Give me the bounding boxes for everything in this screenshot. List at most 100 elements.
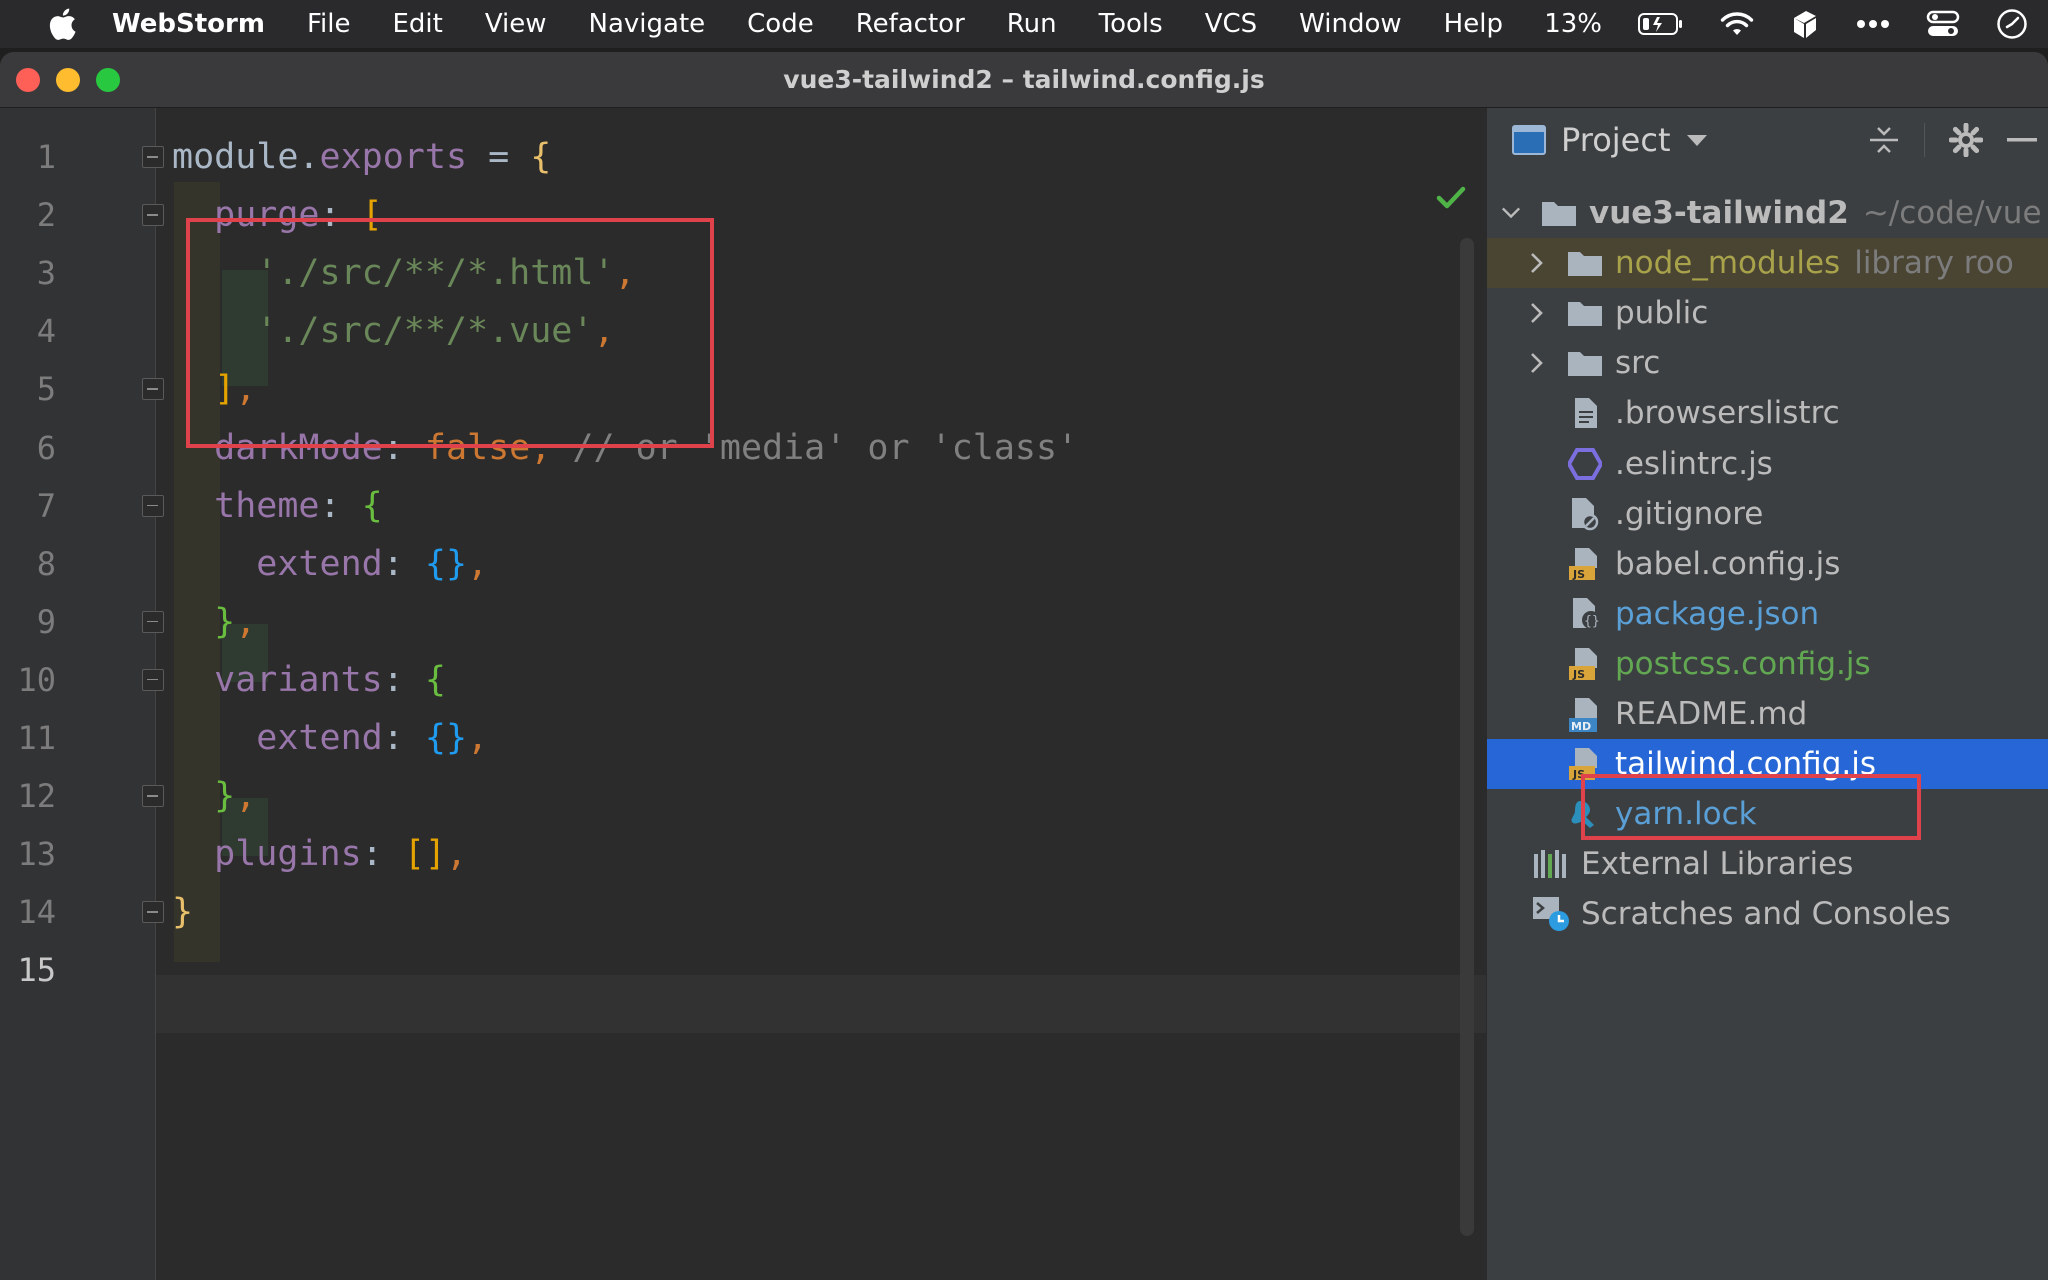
folder-icon bbox=[1539, 195, 1579, 231]
menu-window[interactable]: Window bbox=[1299, 9, 1402, 39]
ignore-icon bbox=[1565, 496, 1605, 532]
project-panel-header: Project bbox=[1487, 108, 2048, 172]
line-number[interactable]: 2 bbox=[0, 186, 56, 244]
chevron-down-icon[interactable] bbox=[1686, 133, 1708, 147]
hide-panel-icon[interactable] bbox=[2007, 137, 2037, 143]
js-icon: JS bbox=[1565, 646, 1605, 682]
chevron-down-icon[interactable] bbox=[1501, 206, 1521, 220]
line-number-gutter[interactable]: 1 2 3 4 5 6 7 8 9 10 11 12 13 14 15 bbox=[0, 108, 164, 1280]
line-number[interactable]: 1 bbox=[0, 128, 56, 186]
line-number[interactable]: 12 bbox=[0, 767, 56, 825]
clock-icon[interactable] bbox=[1996, 8, 2028, 40]
tree-item-scratches-and-consoles[interactable]: Scratches and Consoles bbox=[1487, 889, 2048, 939]
fold-marker-icon[interactable] bbox=[142, 901, 164, 924]
line-number[interactable]: 3 bbox=[0, 244, 56, 302]
line-number[interactable]: 9 bbox=[0, 593, 56, 651]
menu-vcs[interactable]: VCS bbox=[1205, 9, 1257, 39]
code-token: } bbox=[172, 892, 194, 933]
tree-item-node-modules[interactable]: node_modules library roo bbox=[1487, 238, 2048, 289]
battery-icon[interactable] bbox=[1638, 12, 1684, 36]
tree-item-browserslistrc[interactable]: .browserslistrc bbox=[1487, 388, 2048, 438]
tree-item-src[interactable]: src bbox=[1487, 338, 2048, 388]
tree-item-postcss-config-js[interactable]: JS postcss.config.js bbox=[1487, 639, 2048, 689]
menu-navigate[interactable]: Navigate bbox=[589, 9, 706, 39]
code-token: plugins bbox=[172, 834, 362, 875]
code-line[interactable]: }, bbox=[172, 593, 256, 651]
line-number[interactable]: 13 bbox=[0, 825, 56, 883]
code-token: variants bbox=[172, 659, 383, 700]
code-token: : bbox=[382, 718, 425, 758]
wifi-icon[interactable] bbox=[1720, 11, 1754, 37]
chevron-right-icon[interactable] bbox=[1527, 302, 1547, 324]
editor-scrollbar[interactable] bbox=[1460, 238, 1474, 1236]
code-line[interactable]: module.exports = { bbox=[172, 128, 551, 186]
tree-item-vue3-tailwind2[interactable]: vue3-tailwind2 ~/code/vue bbox=[1487, 188, 2048, 238]
code-line[interactable]: }, bbox=[172, 767, 256, 825]
extension-icon[interactable] bbox=[1790, 8, 1820, 40]
code-token: { bbox=[361, 485, 383, 526]
line-number[interactable]: 11 bbox=[0, 709, 56, 767]
tree-item-label: README.md bbox=[1615, 696, 1808, 732]
code-editor[interactable]: 1 2 3 4 5 6 7 8 9 10 11 12 13 14 15 module.exports = {… bbox=[0, 108, 1486, 1280]
menu-run[interactable]: Run bbox=[1007, 9, 1057, 39]
fold-marker-icon[interactable] bbox=[142, 204, 164, 227]
menu-view[interactable]: View bbox=[485, 9, 547, 39]
line-number[interactable]: 6 bbox=[0, 419, 56, 477]
battery-percent: 13% bbox=[1544, 9, 1602, 39]
json-icon: {} bbox=[1565, 596, 1605, 632]
code-token: { bbox=[530, 137, 552, 177]
apple-icon[interactable] bbox=[40, 7, 84, 41]
code-line[interactable]: } bbox=[172, 883, 193, 941]
chevron-right-icon[interactable] bbox=[1527, 352, 1547, 374]
menu-app-name[interactable]: WebStorm bbox=[112, 9, 265, 39]
tree-item-package-json[interactable]: {} package.json bbox=[1487, 589, 2048, 639]
tree-item-external-libraries[interactable]: External Libraries bbox=[1487, 839, 2048, 889]
line-number[interactable]: 8 bbox=[0, 535, 56, 593]
menu-refactor[interactable]: Refactor bbox=[856, 9, 965, 39]
line-number[interactable]: 7 bbox=[0, 477, 56, 535]
inspection-ok-icon[interactable] bbox=[1436, 186, 1466, 214]
tree-item-label: postcss.config.js bbox=[1615, 645, 1871, 682]
menu-code[interactable]: Code bbox=[747, 9, 814, 39]
tree-item-readme-md[interactable]: MD README.md bbox=[1487, 689, 2048, 739]
menu-file[interactable]: File bbox=[307, 9, 351, 39]
code-line[interactable]: theme: { bbox=[172, 477, 383, 535]
code-line[interactable]: variants: { bbox=[172, 651, 446, 709]
code-token: [] bbox=[403, 834, 446, 875]
line-number[interactable]: 15 bbox=[0, 941, 56, 999]
line-number[interactable]: 4 bbox=[0, 302, 56, 360]
tree-item-babel-config-js[interactable]: JS babel.config.js bbox=[1487, 539, 2048, 589]
code-line[interactable]: extend: {}, bbox=[172, 535, 488, 593]
menu-edit[interactable]: Edit bbox=[392, 9, 442, 39]
line-number[interactable]: 14 bbox=[0, 883, 56, 941]
window-title: vue3-tailwind2 – tailwind.config.js bbox=[783, 65, 1265, 94]
control-center-icon[interactable] bbox=[1926, 10, 1960, 38]
tree-item-gitignore[interactable]: .gitignore bbox=[1487, 489, 2048, 539]
gear-icon[interactable] bbox=[1949, 123, 1983, 157]
toolbar-divider bbox=[1924, 123, 1925, 157]
code-token: = bbox=[467, 137, 531, 177]
tree-item-label: babel.config.js bbox=[1615, 545, 1841, 582]
more-icon[interactable] bbox=[1856, 19, 1890, 29]
menu-help[interactable]: Help bbox=[1444, 9, 1503, 39]
chevron-right-icon[interactable] bbox=[1527, 252, 1547, 274]
tree-item-eslintrc-js[interactable]: .eslintrc.js bbox=[1487, 439, 2048, 489]
fold-marker-icon[interactable] bbox=[142, 494, 164, 517]
libs-icon bbox=[1531, 846, 1571, 882]
collapse-all-icon[interactable] bbox=[1868, 124, 1900, 156]
code-line[interactable]: plugins: [], bbox=[172, 825, 467, 883]
code-line[interactable]: extend: {}, bbox=[172, 709, 488, 767]
fold-marker-icon[interactable] bbox=[142, 610, 164, 633]
code-token: : bbox=[361, 834, 404, 875]
code-token: , bbox=[445, 834, 468, 875]
line-number[interactable]: 5 bbox=[0, 360, 56, 418]
tree-item-public[interactable]: public bbox=[1487, 288, 2048, 338]
fold-marker-icon[interactable] bbox=[142, 785, 164, 808]
fold-marker-icon[interactable] bbox=[142, 378, 164, 401]
line-number[interactable]: 10 bbox=[0, 651, 56, 709]
code-token: , bbox=[235, 776, 257, 817]
menu-tools[interactable]: Tools bbox=[1099, 9, 1163, 39]
project-panel-title[interactable]: Project bbox=[1561, 121, 1670, 159]
fold-marker-icon[interactable] bbox=[142, 668, 164, 691]
fold-marker-icon[interactable] bbox=[142, 146, 164, 168]
